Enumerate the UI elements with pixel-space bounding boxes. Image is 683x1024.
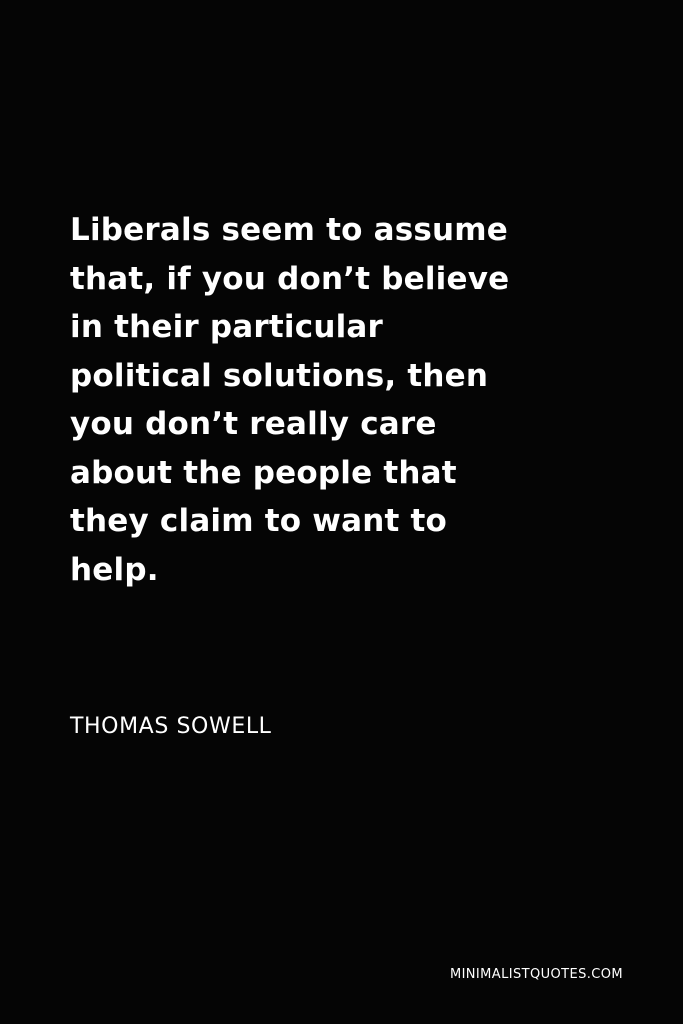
- quote-line: they claim to want to: [70, 503, 448, 539]
- quote-line: about the people that: [70, 454, 457, 491]
- quote-line: political solutions, then: [70, 357, 489, 394]
- site-watermark: MINIMALISTQUOTES.COM: [449, 967, 623, 982]
- quote-line: that, if you don’t believe: [70, 260, 510, 297]
- author-name: THOMAS SOWELL: [70, 714, 272, 739]
- quote-card: Liberals seem to assume that, if you don…: [0, 0, 683, 1024]
- quote-line: you don’t really care: [70, 406, 437, 442]
- quote-text: Liberals seem to assume that, if you don…: [70, 206, 630, 594]
- quote-line: Liberals seem to assume: [70, 212, 508, 248]
- quote-line: in their particular: [70, 309, 384, 345]
- quote-line: help.: [70, 551, 159, 588]
